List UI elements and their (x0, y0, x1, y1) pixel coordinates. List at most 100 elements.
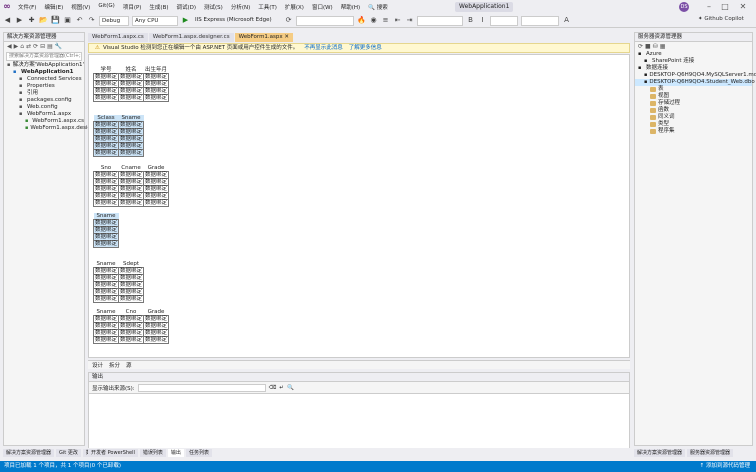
bottom-tab[interactable]: Git 更改 (56, 448, 81, 457)
tree-item[interactable]: 视图 (635, 93, 752, 100)
save-icon[interactable]: 💾 (51, 16, 60, 25)
output-body[interactable] (89, 393, 629, 448)
browser-combo[interactable] (296, 15, 354, 26)
back-icon[interactable]: ◀ (3, 16, 12, 25)
font-combo[interactable] (521, 15, 559, 26)
refresh-icon[interactable]: ⟳ (33, 43, 38, 50)
data-grid[interactable]: Sno Cname Grade 数据绑定 数据绑定 数据绑定 数据绑定 数据绑定 数据绑定 数据绑… (92, 165, 170, 207)
italic-icon[interactable]: I (478, 16, 487, 25)
menu-item[interactable]: 调试(D) (173, 3, 201, 11)
tree-item[interactable]: ▪ DESKTOP-Q6H9QO4.MySQLServer1.mdf (635, 72, 756, 79)
menu-item[interactable]: 文件(F) (14, 3, 40, 11)
tree-item[interactable]: ▪ 数据连接 (635, 65, 752, 72)
undo-icon[interactable]: ↶ (75, 16, 84, 25)
tree-item[interactable]: ▪ 引用 (4, 90, 84, 97)
new-project-icon[interactable]: ✚ (27, 16, 36, 25)
connect-server-icon[interactable]: ▦ (660, 43, 666, 50)
view-tab[interactable]: 源 (126, 361, 132, 369)
show-all-icon[interactable]: ▤ (47, 43, 53, 50)
bold-icon[interactable]: B (466, 16, 475, 25)
view-tab[interactable]: 设计 (92, 361, 103, 369)
design-surface[interactable]: 学号 姓名 出生年月 数据绑定 数据绑定 数据绑定 数据绑定 数据绑定 数据绑定 数据绑定 数据绑定… (88, 54, 630, 358)
menu-item[interactable]: 项目(P) (119, 3, 146, 11)
tree-item[interactable]: ▪ packages.config (4, 97, 84, 104)
data-grid[interactable]: Sname Sdept 数据绑定 数据绑定 数据绑定 数据绑定 数据绑定 数据绑定 数据绑定 数据… (92, 261, 145, 303)
hot-reload-icon[interactable]: 🔥 (357, 16, 366, 25)
bottom-tab[interactable]: 输出 (167, 448, 184, 457)
stop-icon[interactable]: ■ (645, 43, 651, 50)
tree-item[interactable]: ▪ SharePoint 连接 (635, 58, 752, 65)
document-tab[interactable]: WebForm1.aspx.cs (88, 33, 148, 42)
collapse-icon[interactable]: ⊟ (40, 43, 45, 50)
run-target-button[interactable]: IIS Express (Microsoft Edge) (193, 15, 281, 26)
tree-item[interactable]: ▪ WebForm1.aspx.cs (4, 118, 84, 125)
wrap-icon[interactable]: ↵ (279, 385, 284, 391)
menu-item[interactable]: 生成(B) (145, 3, 172, 11)
menu-item[interactable]: 帮助(H) (337, 3, 364, 11)
font-size-combo[interactable] (490, 15, 518, 26)
bottom-tab[interactable]: 错误列表 (139, 448, 166, 457)
copilot-button[interactable]: ✦ Github Copilot (698, 16, 744, 22)
tree-item[interactable]: ▪ Connected Services (4, 76, 84, 83)
align-right-icon[interactable]: ⇥ (405, 16, 414, 25)
tree-item[interactable]: ▪ Azure (635, 51, 752, 58)
search-button[interactable]: 🔍 搜索 (364, 3, 392, 11)
clear-icon[interactable]: ⌫ (269, 385, 277, 391)
source-control-button[interactable]: ↑ 添加到源代码管理 (700, 461, 756, 472)
minimize-icon[interactable]: – (702, 1, 716, 13)
connect-db-icon[interactable]: ⛁ (653, 43, 658, 50)
infobar-link-learn[interactable]: 了解更多信息 (349, 45, 382, 51)
data-grid[interactable]: Sclass Sname 数据绑定 数据绑定 数据绑定 数据绑定 数据绑定 数据绑定 数据绑定数… (92, 115, 145, 157)
menu-item[interactable]: Git(G) (94, 3, 119, 11)
run-icon[interactable]: ▶ (181, 16, 190, 25)
tree-item[interactable]: ▪ 解决方案'WebApplication1' (4, 62, 84, 69)
home-icon[interactable]: ⌂ (20, 43, 24, 50)
solution-explorer-search[interactable]: 搜索解决方案资源管理器(Ctrl+;) (6, 52, 82, 61)
debug-target-icon[interactable]: ◉ (369, 16, 378, 25)
find-icon[interactable]: 🔍 (287, 385, 294, 391)
avatar[interactable]: DS (679, 2, 689, 12)
bottom-tab[interactable]: 解决方案资源管理器 (634, 448, 686, 457)
tree-item[interactable]: ▪ WebApplication1 (4, 69, 84, 76)
close-icon[interactable]: ✕ (283, 34, 289, 40)
close-icon[interactable]: ✕ (736, 1, 750, 13)
tree-item[interactable]: 表 (635, 86, 752, 93)
data-grid[interactable]: Sname Cno Grade 数据绑定 数据绑定 数据绑定 数据绑定 数据绑定 数据绑定 数据绑… (92, 309, 170, 344)
menu-item[interactable]: 窗口(W) (308, 3, 337, 11)
save-all-icon[interactable]: ▣ (63, 16, 72, 25)
align-left-icon[interactable]: ⇤ (393, 16, 402, 25)
refresh-icon[interactable]: ⟳ (284, 16, 293, 25)
data-grid[interactable]: 学号 姓名 出生年月 数据绑定 数据绑定 数据绑定 数据绑定 数据绑定 数据绑定 数据绑定 数据绑定… (92, 67, 170, 102)
tree-item[interactable]: 函数 (635, 107, 752, 114)
tree-item[interactable]: ▪ DESKTOP-Q6H9QO4.Student_Web.dbo (635, 79, 755, 86)
tree-item[interactable]: ▪ WebForm1.aspx.designer.cs (4, 125, 107, 132)
menu-item[interactable]: 测试(S) (200, 3, 227, 11)
maximize-icon[interactable]: □ (718, 1, 732, 13)
tree-item[interactable]: ▪ WebForm1.aspx (4, 111, 84, 118)
block-format-combo[interactable] (417, 15, 463, 26)
menu-item[interactable]: 视图(V) (67, 3, 94, 11)
document-tab[interactable]: WebForm1.aspx ✕ (234, 33, 294, 42)
config-combo[interactable]: Debug (99, 15, 129, 26)
sync-icon[interactable]: ⇄ (26, 43, 31, 50)
tree-item[interactable]: 程序集 (635, 128, 752, 135)
tree-item[interactable]: 同义词 (635, 114, 752, 121)
tree-item[interactable]: 类型 (635, 121, 752, 128)
platform-combo[interactable]: Any CPU (132, 15, 178, 26)
tree-item[interactable]: ▪ Properties (4, 83, 84, 90)
view-tab[interactable]: 拆分 (109, 361, 120, 369)
menu-item[interactable]: 分析(N) (227, 3, 254, 11)
bottom-tab[interactable]: 开发者 PowerShell (88, 448, 138, 457)
back-icon[interactable]: ◀ (7, 43, 12, 50)
redo-icon[interactable]: ↷ (87, 16, 96, 25)
tree-item[interactable]: ▪ Web.config (4, 104, 84, 111)
color-icon[interactable]: A (562, 16, 571, 25)
forward-icon[interactable]: ▶ (14, 43, 19, 50)
menu-item[interactable]: 工具(T) (254, 3, 281, 11)
format-icon[interactable]: ≡ (381, 16, 390, 25)
bottom-tab[interactable]: 任务列表 (185, 448, 212, 457)
open-icon[interactable]: 📂 (39, 16, 48, 25)
document-tab[interactable]: WebForm1.aspx.designer.cs (148, 33, 234, 42)
data-grid[interactable]: Sname 数据绑定 数据绑定 数据绑定 数据绑定 (92, 213, 120, 248)
output-source-combo[interactable] (137, 383, 266, 392)
